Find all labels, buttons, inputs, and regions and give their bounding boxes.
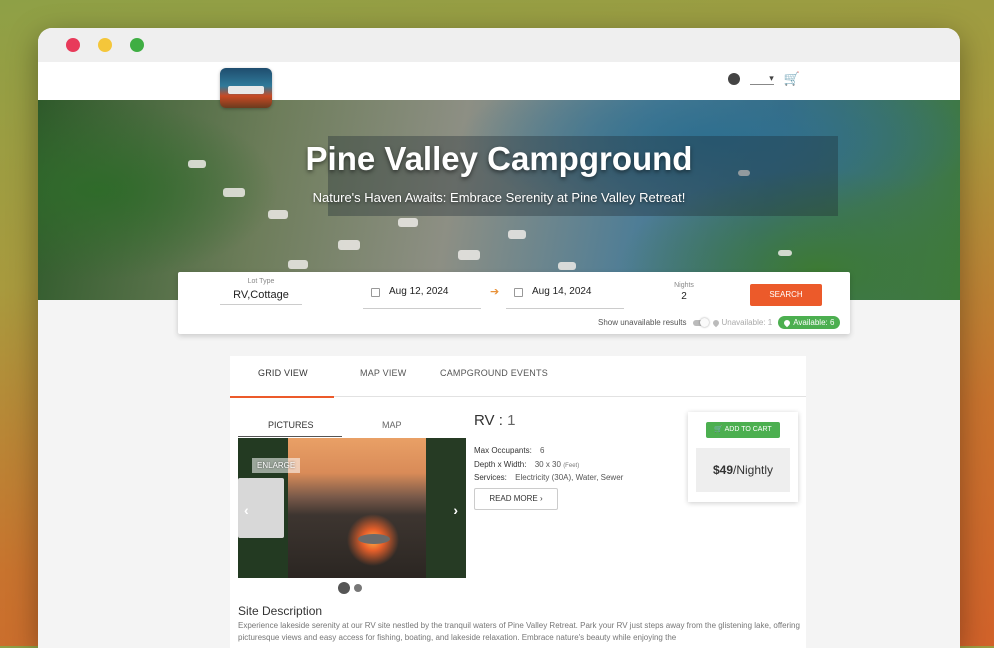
hero-rv bbox=[508, 230, 526, 239]
tab-campground-events[interactable]: CAMPGROUND EVENTS bbox=[440, 368, 548, 378]
site-type: RV : bbox=[474, 412, 503, 429]
tab-grid-view[interactable]: GRID VIEW bbox=[258, 368, 308, 378]
photo-trees bbox=[426, 438, 466, 578]
max-occupants-row: Max Occupants: 6 bbox=[474, 446, 545, 455]
hero-rv bbox=[398, 218, 418, 227]
search-button[interactable]: SEARCH bbox=[750, 284, 822, 306]
availability-filter: Show unavailable results Unavailable: 1 … bbox=[598, 316, 841, 329]
services-value: Electricity (30A), Water, Sewer bbox=[515, 473, 624, 482]
price-card: 🛒 ADD TO CART $49/Nightly bbox=[688, 412, 798, 502]
calendar-icon bbox=[371, 288, 380, 297]
read-more-label: READ MORE bbox=[489, 494, 538, 503]
site-title: RV : 1 bbox=[474, 412, 515, 429]
photo-fire-pit bbox=[358, 534, 390, 544]
nights-value: 2 bbox=[681, 291, 687, 302]
lot-type-label: Lot Type bbox=[247, 278, 275, 285]
site-photo[interactable]: ENLARGE ‹ › bbox=[238, 438, 466, 578]
available-count: Available: 6 bbox=[793, 318, 835, 327]
max-occupants-value: 6 bbox=[540, 446, 545, 455]
maximize-window-button[interactable] bbox=[130, 38, 144, 52]
nightly-price: $49/Nightly bbox=[696, 448, 790, 492]
carousel-prev-icon[interactable]: ‹ bbox=[244, 502, 249, 518]
check-in-date-field[interactable]: Aug 12, 2024 bbox=[363, 286, 481, 309]
enlarge-button[interactable]: ENLARGE bbox=[252, 458, 301, 473]
carousel-dots bbox=[338, 582, 362, 594]
header-actions: ▾ 🛒 bbox=[727, 71, 800, 87]
services-label: Services: bbox=[474, 473, 507, 482]
results-panel: GRID VIEW MAP VIEW CAMPGROUND EVENTS PIC… bbox=[230, 356, 806, 648]
hero-banner: Pine Valley Campground Nature's Haven Aw… bbox=[38, 100, 960, 300]
map-pin-icon bbox=[782, 318, 792, 327]
site-header: ▾ 🛒 bbox=[38, 62, 960, 108]
nights-field[interactable]: Nights 2 bbox=[664, 282, 704, 305]
tab-map-view[interactable]: MAP VIEW bbox=[360, 368, 406, 378]
media-tab-indicator bbox=[238, 436, 342, 437]
nights-label: Nights bbox=[674, 282, 694, 289]
site-number: 1 bbox=[507, 412, 516, 429]
hero-rv bbox=[288, 260, 308, 269]
tab-site-map[interactable]: MAP bbox=[382, 420, 402, 430]
view-tabs: GRID VIEW MAP VIEW CAMPGROUND EVENTS bbox=[230, 356, 806, 398]
arrow-right-icon: ➔ bbox=[490, 286, 500, 298]
depth-width-label: Depth x Width: bbox=[474, 460, 527, 469]
show-unavailable-label: Show unavailable results bbox=[598, 318, 687, 327]
shopping-cart-icon[interactable]: 🛒 bbox=[784, 71, 800, 87]
account-dropdown[interactable]: ▾ bbox=[749, 73, 774, 85]
carousel-next-icon[interactable]: › bbox=[453, 502, 458, 518]
hero-rv bbox=[268, 210, 288, 219]
close-window-button[interactable] bbox=[66, 38, 80, 52]
check-out-date-value: Aug 14, 2024 bbox=[532, 286, 592, 297]
depth-width-row: Depth x Width: 30 x 30 (Feet) bbox=[474, 460, 579, 469]
check-out-date-field[interactable]: Aug 14, 2024 bbox=[506, 286, 624, 309]
max-occupants-label: Max Occupants: bbox=[474, 446, 532, 455]
add-to-cart-button[interactable]: 🛒 ADD TO CART bbox=[706, 422, 780, 438]
hero-rv bbox=[558, 262, 576, 270]
search-panel: Lot Type RV,Cottage Aug 12, 2024 ➔ Aug 1… bbox=[178, 272, 850, 334]
check-in-date-value: Aug 12, 2024 bbox=[389, 286, 449, 297]
campground-logo[interactable] bbox=[220, 68, 272, 108]
active-tab-indicator bbox=[230, 396, 334, 398]
unavailable-count: Unavailable: 1 bbox=[721, 318, 773, 327]
hero-rv bbox=[338, 240, 360, 250]
browser-window: ▾ 🛒 Pine Valley Campground Nature's Have… bbox=[38, 28, 960, 648]
hero-rv bbox=[458, 250, 480, 260]
price-unit: /Nightly bbox=[733, 463, 774, 477]
lot-type-value: RV,Cottage bbox=[233, 289, 289, 301]
read-more-button[interactable]: READ MORE › bbox=[474, 488, 558, 510]
site-description-heading: Site Description bbox=[238, 604, 323, 618]
page-title: Pine Valley Campground bbox=[305, 140, 693, 177]
carousel-dot[interactable] bbox=[338, 582, 350, 594]
carousel-dot[interactable] bbox=[354, 584, 362, 592]
add-to-cart-label: ADD TO CART bbox=[724, 426, 772, 433]
minimize-window-button[interactable] bbox=[98, 38, 112, 52]
depth-width-unit: (Feet) bbox=[563, 463, 580, 469]
depth-width-value: 30 x 30 bbox=[534, 460, 561, 469]
unavailable-badge[interactable]: Unavailable: 1 bbox=[711, 318, 773, 327]
hero-boat bbox=[778, 250, 792, 256]
site-description-text: Experience lakeside serenity at our RV s… bbox=[238, 621, 800, 642]
services-row: Services: Electricity (30A), Water, Sewe… bbox=[474, 473, 623, 482]
chevron-right-icon: › bbox=[540, 494, 543, 503]
price-amount: $49 bbox=[712, 463, 733, 477]
page-subtitle: Nature's Haven Awaits: Embrace Serenity … bbox=[312, 190, 686, 205]
map-pin-icon bbox=[711, 318, 720, 327]
lot-type-select[interactable]: Lot Type RV,Cottage bbox=[220, 278, 302, 305]
available-badge[interactable]: Available: 6 bbox=[778, 316, 841, 329]
window-chrome bbox=[38, 28, 960, 62]
show-unavailable-toggle[interactable] bbox=[692, 317, 709, 327]
calendar-icon bbox=[514, 288, 523, 297]
tab-pictures[interactable]: PICTURES bbox=[268, 420, 314, 430]
cart-add-icon: 🛒 bbox=[714, 426, 724, 433]
account-circle-icon[interactable] bbox=[727, 73, 740, 85]
